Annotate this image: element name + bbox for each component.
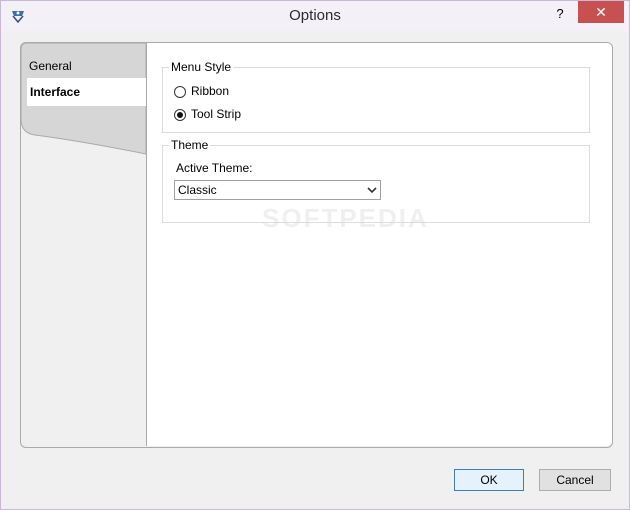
active-theme-label: Active Theme: — [176, 161, 253, 175]
radio-tool-strip[interactable]: Tool Strip — [174, 106, 241, 122]
radio-ribbon[interactable]: Ribbon — [174, 83, 229, 99]
dialog-client-area: General Interface SOFTPEDIA Menu Style R… — [1, 31, 629, 509]
active-theme-select[interactable]: Classic — [174, 180, 381, 200]
chevron-down-icon[interactable] — [366, 184, 378, 196]
ok-button[interactable]: OK — [454, 469, 524, 491]
help-button[interactable]: ? — [546, 3, 574, 25]
nav-item-general[interactable]: General — [29, 55, 72, 77]
radio-tool-strip-indicator[interactable] — [174, 108, 186, 121]
radio-tool-strip-label: Tool Strip — [191, 107, 242, 121]
interface-settings: SOFTPEDIA Menu Style Ribbon Tool Strip T… — [146, 43, 612, 446]
menu-style-legend: Menu Style — [169, 60, 234, 74]
nav-item-interface[interactable]: Interface — [27, 78, 146, 106]
window-title: Options — [289, 7, 341, 24]
menu-style-group: Menu Style Ribbon Tool Strip — [162, 60, 590, 133]
active-theme-value: Classic — [178, 183, 217, 197]
cancel-button[interactable]: Cancel — [539, 469, 611, 491]
category-nav: General Interface — [21, 43, 146, 163]
theme-legend: Theme — [169, 138, 211, 152]
options-dialog: Options ? ✕ General Interface SOFTPEDIA … — [0, 0, 630, 510]
theme-group: Theme Active Theme: Classic — [162, 138, 590, 223]
options-panel: General Interface SOFTPEDIA Menu Style R… — [20, 42, 613, 448]
radio-ribbon-indicator[interactable] — [174, 85, 186, 98]
title-bar[interactable]: Options ? ✕ — [1, 1, 629, 31]
radio-ribbon-label: Ribbon — [191, 84, 230, 98]
close-button[interactable]: ✕ — [578, 1, 624, 23]
